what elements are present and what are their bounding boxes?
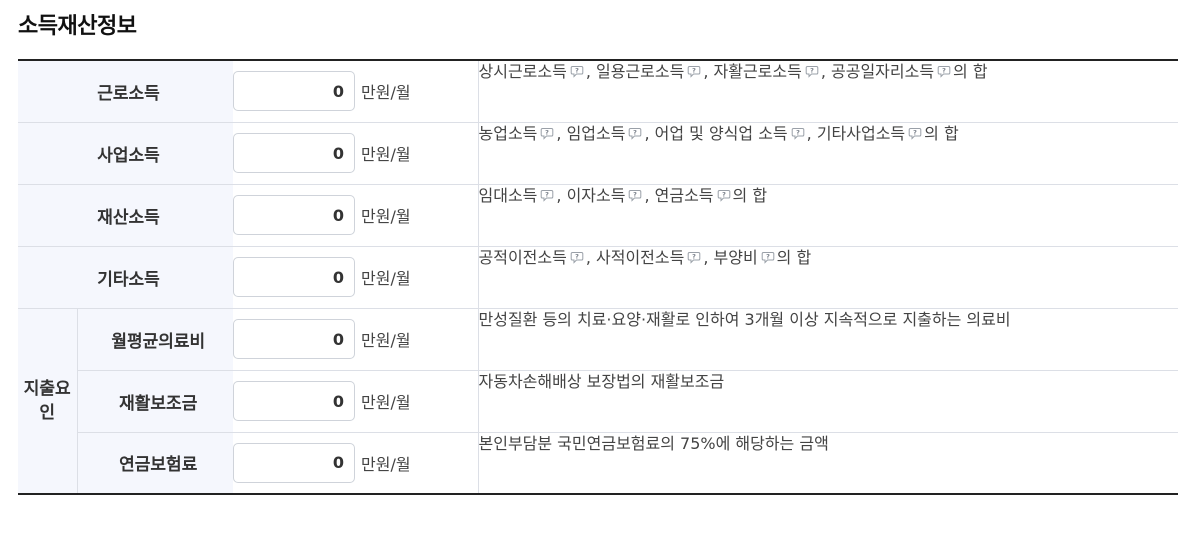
svg-text:?: ? xyxy=(546,128,550,136)
help-bubble-icon[interactable]: ? xyxy=(937,65,951,78)
help-bubble-icon[interactable]: ? xyxy=(628,127,642,140)
row-label: 기타소득 xyxy=(18,246,233,309)
svg-text:?: ? xyxy=(913,128,917,136)
table-row: 재산소득만원/월임대소득?, 이자소득?, 연금소득?의 합 xyxy=(18,184,1178,247)
description-item: 자활근로소득 xyxy=(713,62,802,81)
help-bubble-icon[interactable]: ? xyxy=(570,65,584,78)
svg-text:?: ? xyxy=(942,67,946,75)
description-item: 공적이전소득 xyxy=(478,247,567,267)
help-bubble-icon[interactable]: ? xyxy=(628,189,642,202)
amount-input-cell: 만원/월 xyxy=(233,184,479,247)
table-row: 재활보조금 만원/월 자동차손해배상 보장법의 재활보조금 xyxy=(18,370,1178,433)
description-item: 상시근로소득 xyxy=(478,62,567,81)
amount-input-cell: 만원/월 xyxy=(233,246,479,309)
row-label: 연금보험료 xyxy=(77,432,233,494)
description-suffix: 의 합 xyxy=(953,62,988,81)
table-row: 기타소득만원/월공적이전소득?, 사적이전소득?, 부양비?의 합 xyxy=(18,246,1178,309)
section-title: 소득재산정보 xyxy=(18,14,137,39)
help-bubble-icon[interactable]: ? xyxy=(805,65,819,78)
row-description: 본인부담분 국민연금보험료의 75%에 해당하는 금액 xyxy=(478,433,829,453)
svg-text:?: ? xyxy=(575,67,579,75)
income-asset-page: 소득재산정보 근로소득만원/월상시근로소득?, 일용근로소득?, 자활근로소득?… xyxy=(0,0,1178,535)
amount-input[interactable] xyxy=(233,133,355,173)
amount-input-cell: 만원/월 xyxy=(233,122,479,185)
row-description: 자동차손해배상 보장법의 재활보조금 xyxy=(478,370,1178,433)
svg-text:?: ? xyxy=(634,190,638,198)
unit-label: 만원/월 xyxy=(361,207,411,226)
amount-input[interactable] xyxy=(233,319,355,359)
svg-text:?: ? xyxy=(766,252,770,260)
description-item: 임대소득 xyxy=(478,185,538,205)
description-item: 사적이전소득 xyxy=(596,247,685,267)
help-bubble-icon[interactable]: ? xyxy=(908,127,922,140)
row-description: 공적이전소득?, 사적이전소득?, 부양비? 의 합 xyxy=(478,246,1178,309)
expense-group-label: 지출요인 xyxy=(18,308,78,495)
unit-label: 만원/월 xyxy=(361,269,411,288)
svg-text:?: ? xyxy=(692,252,696,260)
svg-text:?: ? xyxy=(634,128,638,136)
description-suffix: 의 합 xyxy=(924,123,959,143)
amount-input[interactable] xyxy=(233,257,355,297)
description-suffix: 의 합 xyxy=(776,247,812,267)
amount-input[interactable] xyxy=(233,195,355,235)
row-description: 상시근로소득?, 일용근로소득?, 자활근로소득?, 공공일자리소득? 의 합 xyxy=(478,60,1178,123)
amount-input-cell: 만원/월 xyxy=(233,308,479,371)
svg-text:?: ? xyxy=(575,252,579,260)
description-item: 임업소득 xyxy=(566,123,626,143)
table-row: 근로소득만원/월상시근로소득?, 일용근로소득?, 자활근로소득?, 공공일자리… xyxy=(18,60,1178,123)
row-label: 재활보조금 xyxy=(77,370,233,433)
amount-input[interactable] xyxy=(233,442,355,483)
description-item: 연금소득 xyxy=(654,185,714,205)
description-item: 부양비 xyxy=(713,247,758,267)
help-bubble-icon[interactable]: ? xyxy=(570,251,584,264)
amount-input-cell: 만원/월 xyxy=(233,370,479,433)
description-item: 일용근로소득 xyxy=(596,62,685,81)
unit-label: 만원/월 xyxy=(361,83,411,103)
svg-text:?: ? xyxy=(796,128,800,136)
unit-label: 만원/월 xyxy=(361,454,411,474)
row-description: 농업소득?, 임업소득?, 어업 및 양식업 소득?, 기타사업소득? 의 합 xyxy=(478,122,1178,185)
row-description: 임대소득?, 이자소득?, 연금소득? 의 합 xyxy=(478,184,1178,247)
description-item: 공공일자리소득 xyxy=(831,62,935,81)
help-bubble-icon[interactable]: ? xyxy=(540,189,554,202)
help-bubble-icon[interactable]: ? xyxy=(687,251,701,264)
amount-input[interactable] xyxy=(233,71,355,112)
help-bubble-icon[interactable]: ? xyxy=(687,65,701,78)
unit-label: 만원/월 xyxy=(361,331,411,350)
amount-input-cell: 만원/월 xyxy=(233,60,479,123)
description-item: 농업소득 xyxy=(478,123,538,143)
svg-text:?: ? xyxy=(546,190,550,198)
description-item: 이자소득 xyxy=(566,185,626,205)
svg-text:?: ? xyxy=(692,67,696,75)
row-label: 사업소득 xyxy=(18,122,233,185)
svg-text:?: ? xyxy=(722,190,726,198)
description-suffix: 의 합 xyxy=(732,185,768,205)
table-row: 사업소득만원/월농업소득?, 임업소득?, 어업 및 양식업 소득?, 기타사업… xyxy=(18,122,1178,185)
amount-input-cell: 만원/월 xyxy=(233,432,479,494)
description-item: 기타사업소득 xyxy=(816,123,906,143)
row-label: 근로소득 xyxy=(18,60,233,123)
table-row: 연금보험료 만원/월 본인부담분 국민연금보험료의 75%에 해당하는 금액 xyxy=(18,432,1178,494)
svg-text:?: ? xyxy=(810,67,814,75)
table-row: 지출요인월평균의료비만원/월만성질환 등의 치료·요양·재활로 인하여 3개월 … xyxy=(18,308,1178,495)
row-label: 월평균의료비 xyxy=(77,308,233,371)
row-description: 만성질환 등의 치료·요양·재활로 인하여 3개월 이상 지속적으로 지출하는 … xyxy=(478,308,1178,371)
help-bubble-icon[interactable]: ? xyxy=(717,189,731,202)
income-table: 근로소득만원/월상시근로소득?, 일용근로소득?, 자활근로소득?, 공공일자리… xyxy=(18,59,1178,495)
help-bubble-icon[interactable]: ? xyxy=(791,127,805,140)
help-bubble-icon[interactable]: ? xyxy=(540,127,554,140)
unit-label: 만원/월 xyxy=(361,145,411,164)
unit-label: 만원/월 xyxy=(361,393,411,412)
row-label: 재산소득 xyxy=(18,184,233,247)
description-item: 어업 및 양식업 소득 xyxy=(654,123,788,143)
help-bubble-icon[interactable]: ? xyxy=(761,251,775,264)
amount-input[interactable] xyxy=(233,381,355,421)
